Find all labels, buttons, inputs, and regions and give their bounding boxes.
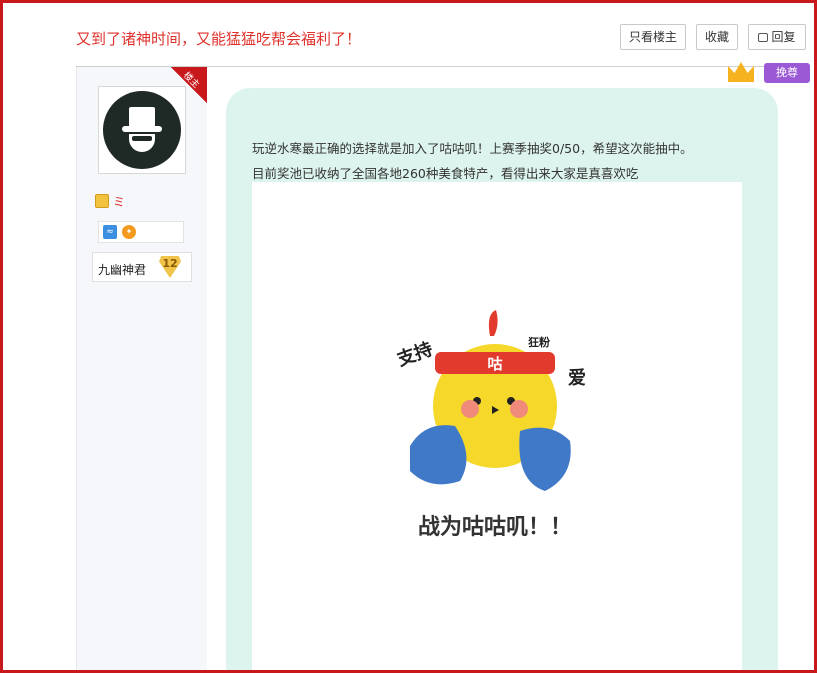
fan-text: 狂粉 — [528, 335, 550, 349]
crown-icon — [728, 62, 754, 82]
avatar-image — [103, 91, 181, 169]
badge-box: ≈ ✦ — [98, 221, 184, 243]
wave-icon[interactable]: ≈ — [103, 225, 117, 239]
author-level: 12 — [162, 257, 178, 270]
only-author-button[interactable]: 只看楼主 — [620, 24, 686, 50]
floor-owner-label: 楼主 — [181, 70, 201, 91]
vip-area: 挽尊 — [710, 60, 810, 86]
floor-owner-badge: 楼主 — [171, 67, 207, 103]
favorite-button[interactable]: 收藏 — [696, 24, 738, 50]
thread-title: 又到了诸神时间，又能猛猛吃帮会福利了！ — [76, 30, 362, 48]
reply-button-label: 回复 — [771, 30, 796, 44]
signature-glyph: ミ — [113, 195, 126, 209]
sticker-caption: 战为咕咕叽！！ — [418, 515, 572, 540]
vip-button[interactable]: 挽尊 — [764, 63, 810, 83]
post-line-2: 目前奖池已收纳了全国各地260种美食特产，看得出来大家是真喜欢吃 — [252, 166, 639, 181]
reply-icon — [758, 33, 769, 42]
reply-button[interactable]: 回复 — [748, 24, 806, 50]
chick-cheer-sticker[interactable]: 咕 支持 狂粉 爱 战为咕咕叽！！ — [380, 296, 610, 556]
fire-icon[interactable]: ✦ — [122, 225, 136, 239]
headband-text: 咕 — [487, 355, 502, 373]
level-shield-icon: 12 — [159, 256, 181, 278]
author-box: 九幽神君 12 — [92, 252, 192, 282]
post-line-1: 玩逆水寒最正确的选择就是加入了咕咕叽！上赛季抽奖0/50，希望这次能抽中。 — [252, 141, 693, 156]
heart-text: 爱 — [568, 368, 586, 389]
support-text: 支持 — [393, 338, 435, 371]
medal-row: ミ — [95, 193, 125, 210]
medal-icon[interactable] — [95, 194, 109, 208]
author-name[interactable]: 九幽神君 — [98, 261, 146, 278]
